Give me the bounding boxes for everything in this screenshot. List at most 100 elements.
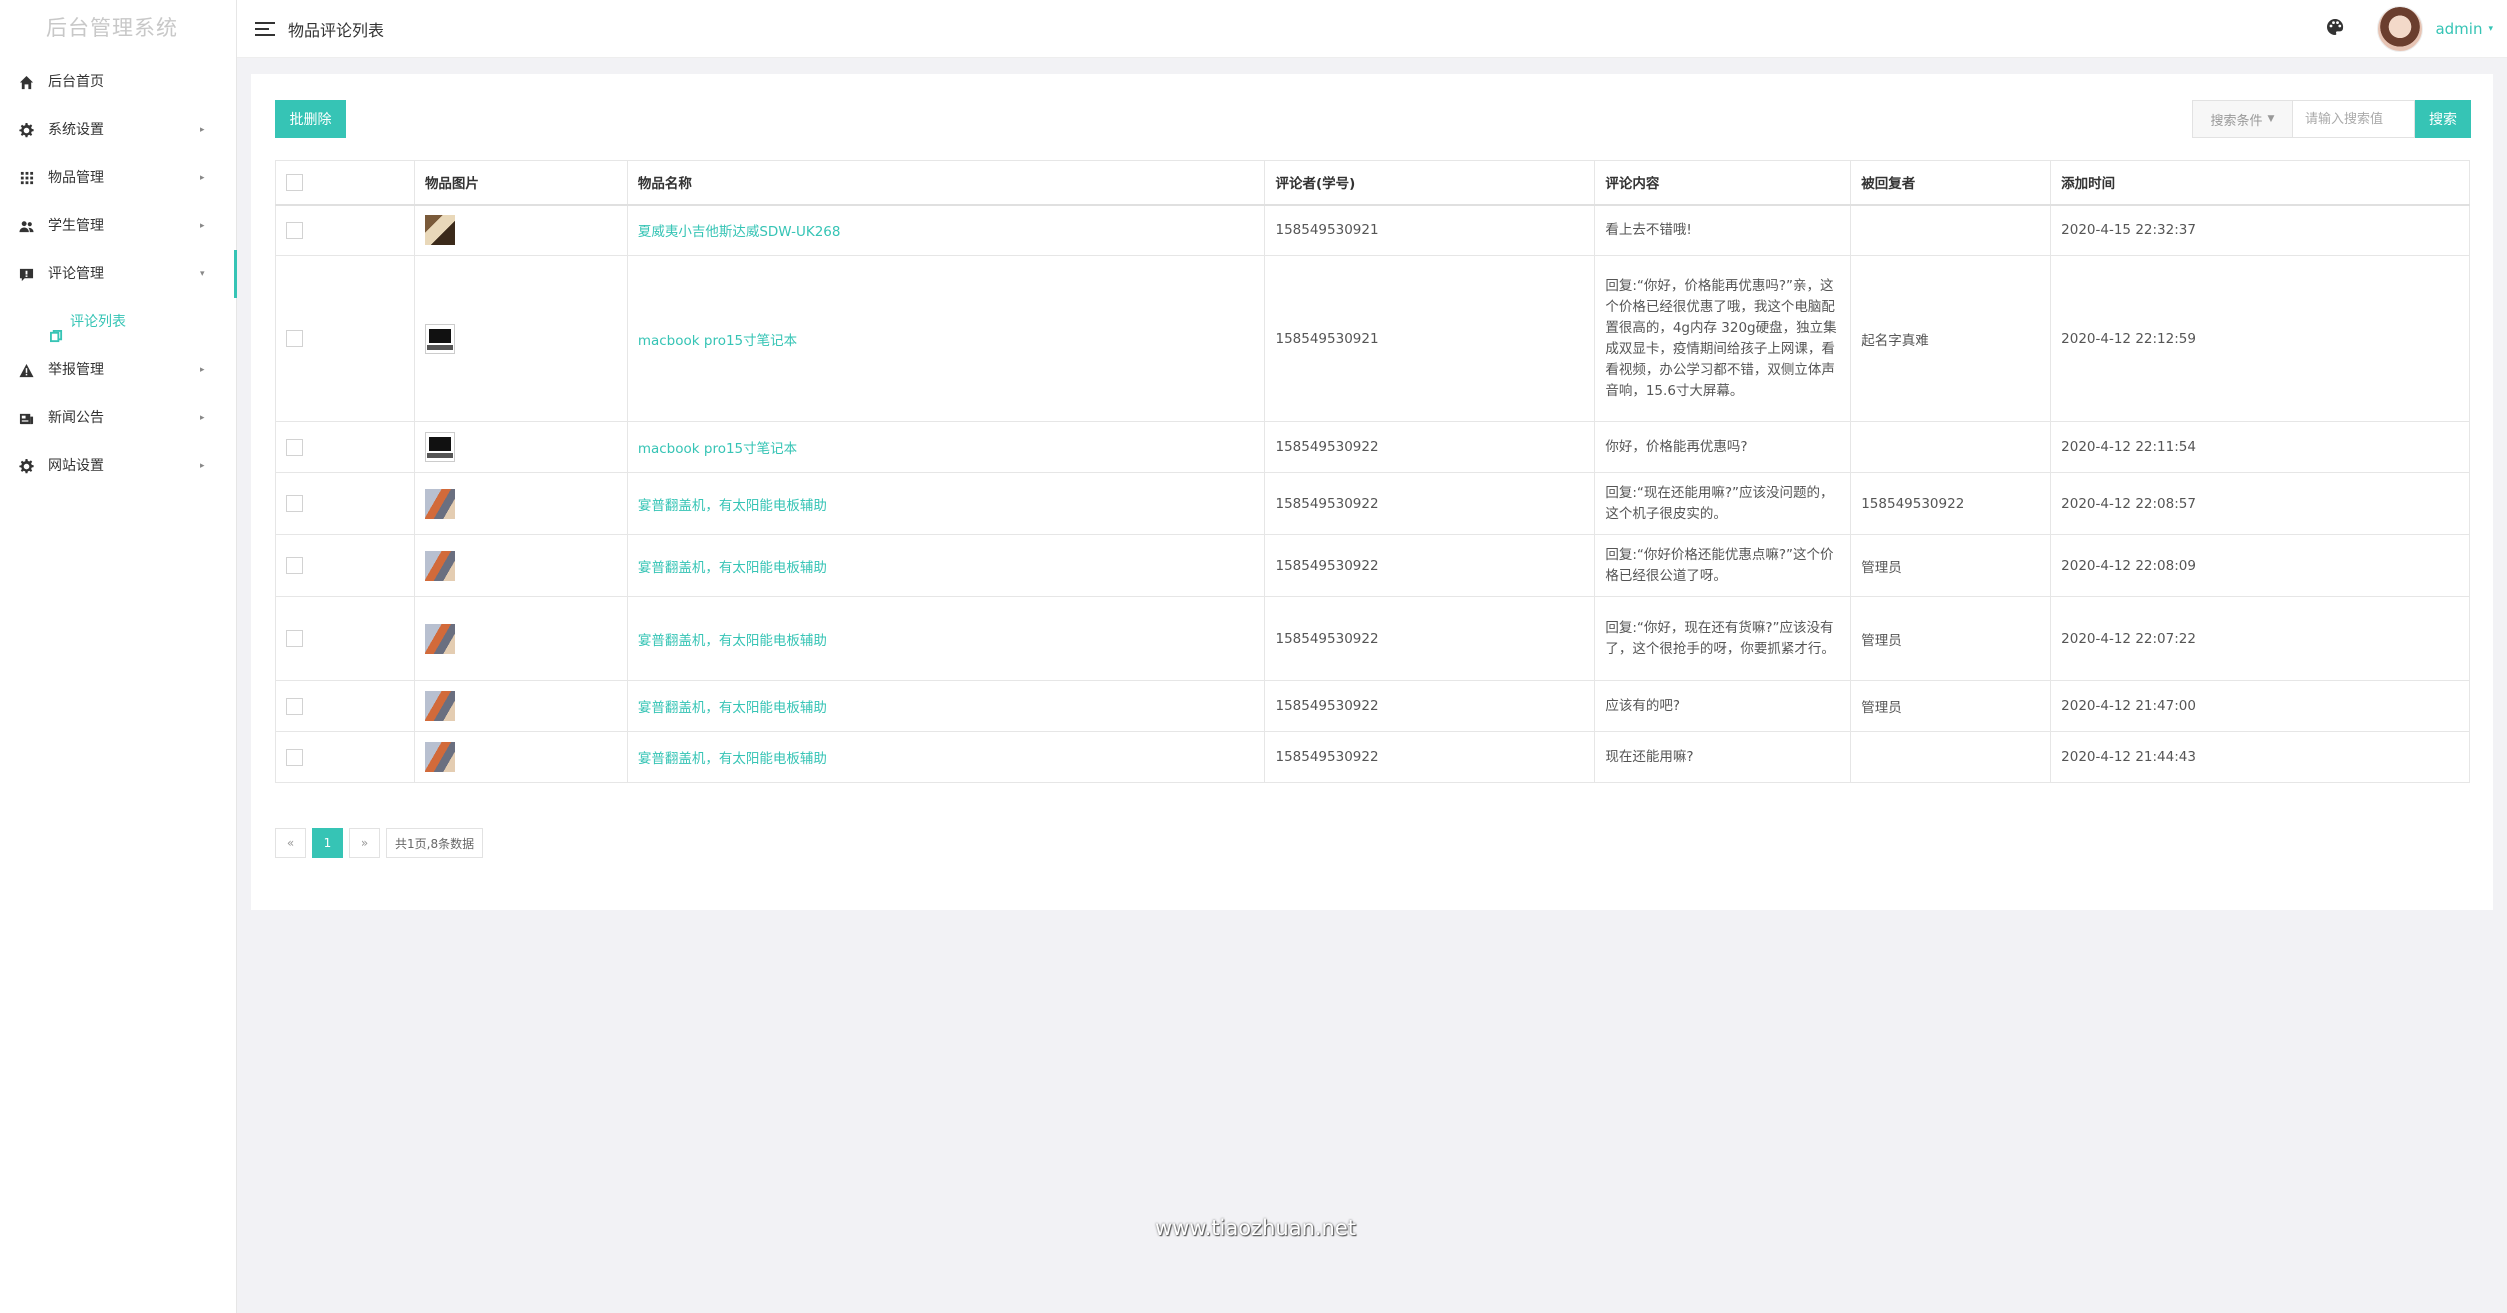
table-row: 宴普翻盖机，有太阳能电板辅助 158549530922 应该有的吧? 管理员 2020-… (275, 680, 2470, 732)
sidebar-item-label: 物品管理 (48, 170, 104, 186)
table-row: 宴普翻盖机，有太阳能电板辅助 158549530922 回复:“你好价格还能优惠点嘛… (275, 534, 2470, 597)
row-checkbox[interactable] (286, 221, 303, 239)
reply-to-cell: 起名字真难 (1850, 255, 2052, 422)
sidebar-item-home[interactable]: 后台首页 (0, 58, 236, 106)
menu-toggle-icon[interactable] (255, 21, 275, 37)
item-image-cell (413, 204, 628, 256)
caret-right-icon: ▸ (200, 461, 205, 471)
row-checkbox[interactable] (286, 330, 303, 347)
row-checkbox[interactable] (286, 557, 303, 574)
item-name-link[interactable]: 宴普翻盖机，有太阳能电板辅助 (638, 633, 827, 649)
sidebar-item-label: 网站设置 (48, 458, 104, 474)
warning-icon (18, 362, 34, 378)
comment-content-cell: 回复:“你好，现在还有货嘛?”应该没有了，这个很抢手的呀，你要抓紧才行。 (1594, 596, 1852, 681)
row-select-cell (275, 255, 415, 422)
commenter-cell: 158549530922 (1264, 596, 1596, 681)
username[interactable]: admin (2435, 20, 2482, 38)
caret-right-icon: ▸ (200, 173, 205, 183)
row-select-cell (275, 680, 415, 732)
select-all-checkbox[interactable] (286, 173, 303, 191)
next-page-button[interactable]: » (349, 828, 380, 858)
commenter-cell: 158549530922 (1264, 472, 1596, 535)
item-name-link[interactable]: macbook pro15寸笔记本 (638, 441, 797, 457)
row-checkbox[interactable] (286, 748, 303, 766)
item-thumbnail[interactable] (424, 215, 455, 246)
pagination: « 1 » 共1页,8条数据 (275, 828, 489, 858)
sidebar-item-reports[interactable]: 举报管理 ▸ (0, 346, 236, 394)
table-row: macbook pro15寸笔记本 158549530921 回复:“你好，价格能再… (275, 255, 2470, 422)
item-thumbnail[interactable] (424, 623, 455, 654)
select-all-cell (275, 160, 415, 205)
home-icon (18, 74, 34, 90)
item-name-cell: macbook pro15寸笔记本 (626, 421, 1266, 473)
row-select-cell (275, 421, 415, 473)
item-thumbnail[interactable] (424, 742, 455, 772)
item-name-link[interactable]: 宴普翻盖机，有太阳能电板辅助 (638, 751, 827, 767)
added-time-cell: 2020-4-12 22:08:09 (2050, 534, 2470, 597)
added-time-cell: 2020-4-12 21:44:43 (2050, 731, 2470, 783)
item-image-cell (413, 731, 628, 783)
item-image-cell (413, 472, 628, 535)
gear-icon (18, 458, 34, 474)
row-select-cell (275, 534, 415, 597)
column-header: 被回复者 (1850, 160, 2052, 205)
sidebar-item-system-settings[interactable]: 系统设置 ▸ (0, 106, 236, 154)
item-thumbnail[interactable] (424, 488, 455, 519)
item-name-cell: 宴普翻盖机，有太阳能电板辅助 (626, 731, 1266, 783)
item-thumbnail[interactable] (424, 550, 455, 581)
avatar[interactable] (2377, 6, 2424, 52)
copy-icon (50, 315, 64, 343)
item-name-link[interactable]: 夏威夷小吉他斯达威SDW-UK268 (638, 224, 841, 240)
comment-content-cell: 回复:“你好价格还能优惠点嘛?”这个价格已经很公道了呀。 (1594, 534, 1852, 597)
reply-to-cell: 158549530922 (1850, 472, 2052, 535)
content-card: 批删除 搜索条件 ▼ 搜索 物品图片 物品名称 评论者(学号) 评论内容 被回复… (251, 74, 2493, 910)
sidebar-item-site-settings[interactable]: 网站设置 ▸ (0, 442, 236, 490)
palette-icon[interactable] (2325, 17, 2345, 41)
item-name-link[interactable]: macbook pro15寸笔记本 (638, 333, 797, 349)
search-input[interactable] (2292, 100, 2415, 138)
sidebar-item-label: 新闻公告 (48, 410, 104, 426)
sidebar-item-students[interactable]: 学生管理 ▸ (0, 202, 236, 250)
sidebar-subitem-label: 评论列表 (70, 314, 126, 330)
item-name-link[interactable]: 宴普翻盖机，有太阳能电板辅助 (638, 700, 827, 716)
sidebar-item-news[interactable]: 新闻公告 ▸ (0, 394, 236, 442)
item-thumbnail[interactable] (424, 432, 455, 462)
app-logo: 后台管理系统 (46, 16, 178, 40)
commenter-cell: 158549530922 (1264, 421, 1596, 473)
comment-content-cell: 你好，价格能再优惠吗? (1594, 421, 1852, 473)
comments-table: 物品图片 物品名称 评论者(学号) 评论内容 被回复者 添加时间 夏威夷小吉他斯… (275, 160, 2470, 783)
reply-to-cell: 管理员 (1850, 680, 2052, 732)
reply-to-cell: 管理员 (1850, 596, 2052, 681)
item-thumbnail[interactable] (424, 323, 455, 354)
page-number-button[interactable]: 1 (312, 828, 343, 858)
item-name-link[interactable]: 宴普翻盖机，有太阳能电板辅助 (638, 498, 827, 514)
caret-down-icon: ▾ (200, 269, 205, 279)
column-header: 添加时间 (2050, 160, 2470, 205)
row-checkbox[interactable] (286, 630, 303, 647)
sidebar-subitem-comment-list[interactable]: 评论列表 (0, 298, 236, 346)
row-checkbox[interactable] (286, 438, 303, 456)
comment-icon (18, 266, 34, 282)
search-button[interactable]: 搜索 (2415, 100, 2471, 138)
prev-page-button[interactable]: « (275, 828, 306, 858)
item-name-cell: 宴普翻盖机，有太阳能电板辅助 (626, 472, 1266, 535)
sidebar: 后台管理系统 后台首页 系统设置 ▸ 物品管理 ▸ 学生管理 ▸ 评论管理 ▾ (0, 0, 237, 1313)
table-row: 夏威夷小吉他斯达威SDW-UK268 158549530921 看上去不错哦! 202… (275, 204, 2470, 256)
item-image-cell (413, 534, 628, 597)
item-thumbnail[interactable] (424, 691, 455, 721)
column-header: 物品名称 (626, 160, 1266, 205)
item-image-cell (413, 680, 628, 732)
row-checkbox[interactable] (286, 697, 303, 715)
row-checkbox[interactable] (286, 495, 303, 512)
batch-delete-button[interactable]: 批删除 (275, 100, 346, 138)
item-name-cell: 夏威夷小吉他斯达威SDW-UK268 (626, 204, 1266, 256)
comment-content-cell: 回复:“你好，价格能再优惠吗?”亲，这个价格已经很优惠了哦，我这个电脑配置很高的… (1594, 255, 1852, 422)
item-name-cell: 宴普翻盖机，有太阳能电板辅助 (626, 680, 1266, 732)
comment-content-cell: 现在还能用嘛? (1594, 731, 1852, 783)
sidebar-item-comments[interactable]: 评论管理 ▾ (0, 250, 237, 298)
item-name-link[interactable]: 宴普翻盖机，有太阳能电板辅助 (638, 560, 827, 576)
sidebar-item-items[interactable]: 物品管理 ▸ (0, 154, 236, 202)
caret-down-icon[interactable]: ▾ (2488, 24, 2493, 34)
search-condition-select[interactable]: 搜索条件 ▼ (2192, 100, 2292, 138)
reply-to-cell (1850, 204, 2052, 256)
